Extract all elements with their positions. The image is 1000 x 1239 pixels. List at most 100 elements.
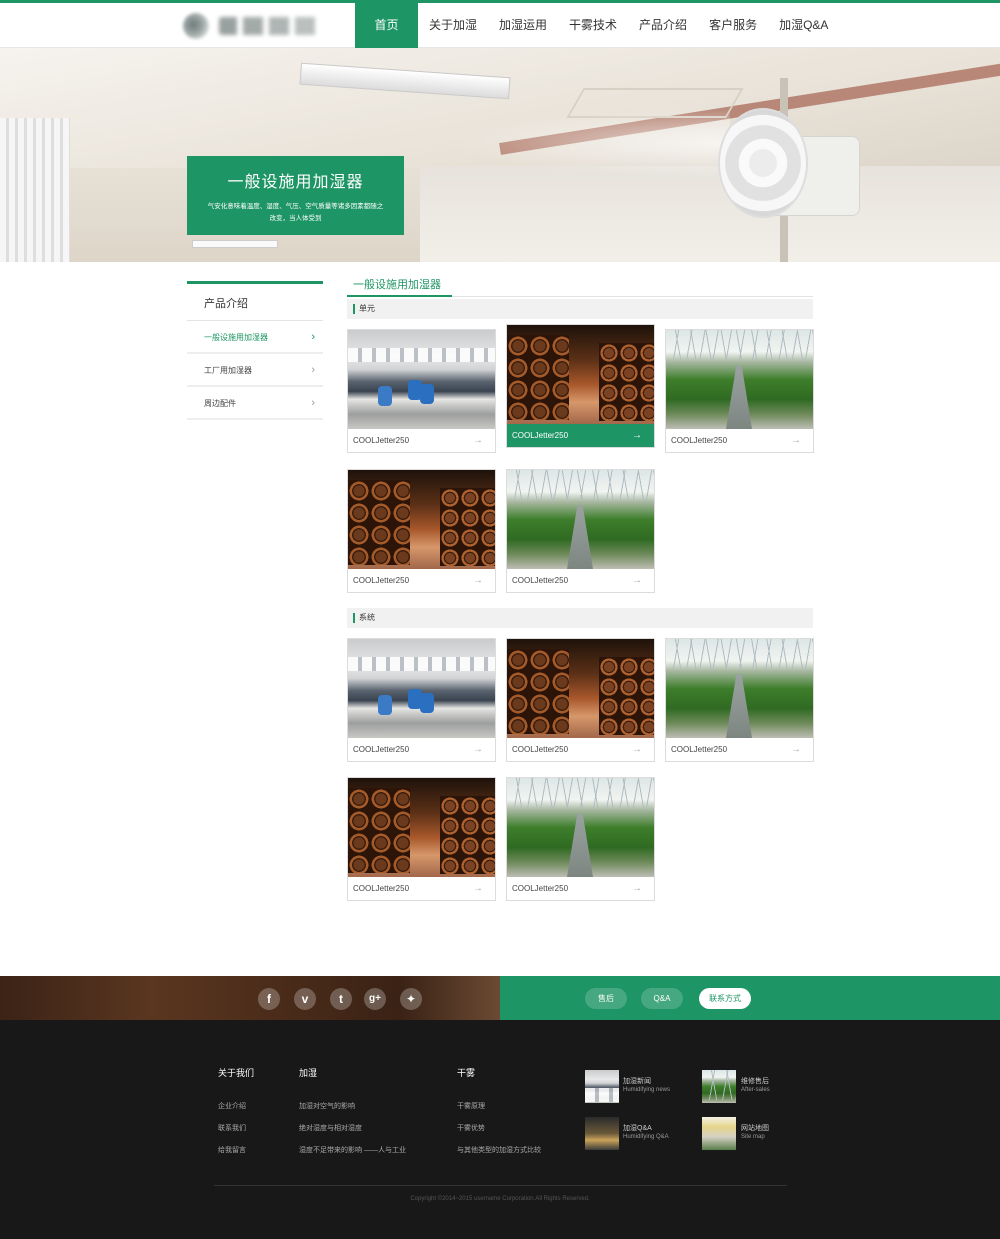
footer-link[interactable]: 干雾优势 [457, 1123, 541, 1133]
quick-link-label: 网站地图 [741, 1125, 769, 1132]
facebook-icon[interactable]: f [258, 988, 280, 1010]
section-header-system: 系统 [347, 608, 813, 628]
product-card[interactable]: COOLJetter250 → [506, 638, 655, 762]
logo[interactable] [183, 11, 333, 41]
product-card-highlighted[interactable]: COOLJetter250 → [506, 324, 655, 448]
copyright: Copyright ©2014~2015 username Corporatio… [410, 1196, 590, 1202]
greenhouse-photo [666, 639, 813, 738]
quick-link-label-en: Site map [741, 1134, 765, 1140]
arrow-right-icon: → [632, 430, 642, 441]
factory-photo [348, 330, 495, 429]
product-caption: COOLJetter250 [512, 576, 569, 585]
product-card[interactable]: COOLJetter250 → [347, 777, 496, 901]
sidebar-item-factory-humidifier[interactable]: 工厂用加湿器 › [187, 354, 323, 387]
footer-heading: 干雾 [457, 1068, 476, 1078]
arrow-right-icon: → [473, 575, 483, 586]
arrow-right-icon: → [791, 744, 801, 755]
contact-button[interactable]: 联系方式 [699, 988, 751, 1009]
nav-item-home[interactable]: 首页 [355, 3, 418, 48]
logo-text-blurred [219, 17, 319, 35]
quick-link-after-sales[interactable]: 维修售后 After-sales [741, 1077, 770, 1095]
site-map-thumbnail[interactable] [702, 1117, 736, 1150]
hero-banner: 一般设施用加湿器 气安化意味着温度、湿度、气压、空气质量等诸多因素都随之改变，当… [0, 48, 1000, 262]
tumblr-icon[interactable]: t [330, 988, 352, 1010]
arrow-right-icon: → [791, 435, 801, 446]
product-caption: COOLJetter250 [353, 884, 410, 893]
banner-caption-box: 一般设施用加湿器 气安化意味着温度、湿度、气压、空气质量等诸多因素都随之改变，当… [187, 156, 404, 235]
sidebar-item-label: 周边配件 [204, 399, 236, 408]
chevron-right-icon: › [311, 331, 315, 343]
footer-strip: f v t g+ ✦ 售后 Q&A 联系方式 [0, 976, 1000, 1020]
product-card[interactable]: COOLJetter250 → [347, 329, 496, 453]
wine-cellar-photo [507, 639, 654, 738]
footer-link[interactable]: 联系我们 [218, 1123, 254, 1133]
quick-link-news[interactable]: 加湿新闻 Humidifying news [623, 1077, 670, 1095]
arrow-right-icon: → [473, 883, 483, 894]
twitter-icon[interactable]: ✦ [400, 988, 422, 1010]
nav-item-products[interactable]: 产品介绍 [628, 3, 698, 48]
after-sales-thumbnail[interactable] [702, 1070, 736, 1103]
news-thumbnail[interactable] [585, 1070, 619, 1103]
sidebar-item-general-humidifier[interactable]: 一般设施用加湿器 › [187, 321, 323, 354]
footer-column-dry-fog: 干雾 干雾原理 干雾优势 与其他类型的加湿方式比较 [457, 1066, 541, 1167]
quick-link-site-map[interactable]: 网站地图 Site map [741, 1124, 769, 1142]
greenhouse-photo [507, 470, 654, 569]
product-card[interactable]: COOLJetter250 → [506, 469, 655, 593]
greenhouse-photo [507, 778, 654, 877]
product-caption: COOLJetter250 [353, 436, 410, 445]
nav-item-about-humidify[interactable]: 关于加湿 [418, 3, 488, 48]
footer-divider [214, 1185, 787, 1186]
product-card[interactable]: COOLJetter250 → [665, 329, 814, 453]
product-caption: COOLJetter250 [671, 436, 728, 445]
quick-link-label-en: Humidifying news [623, 1087, 671, 1093]
product-card[interactable]: COOLJetter250 → [347, 638, 496, 762]
google-plus-icon[interactable]: g+ [364, 988, 386, 1010]
sidebar-item-label: 一般设施用加湿器 [204, 333, 268, 342]
sidebar-item-label: 工厂用加湿器 [204, 366, 252, 375]
product-caption: COOLJetter250 [353, 576, 410, 585]
nav-item-humidify-application[interactable]: 加湿运用 [488, 3, 558, 48]
banner-title: 一般设施用加湿器 [227, 174, 364, 191]
quick-link-label-en: Humidifying Q&A [623, 1134, 669, 1140]
title-underline [347, 295, 813, 297]
nav-item-qa[interactable]: 加湿Q&A [768, 3, 839, 48]
wine-cellar-photo [507, 325, 654, 424]
footer-link[interactable]: 与其他类型的加湿方式比较 [457, 1145, 541, 1155]
wine-cellar-photo [348, 470, 495, 569]
quick-link-label: 加湿新闻 [623, 1078, 651, 1085]
footer-heading: 加湿 [299, 1068, 318, 1078]
product-card[interactable]: COOLJetter250 → [506, 777, 655, 901]
footer-link[interactable]: 干雾原理 [457, 1101, 541, 1111]
footer-link[interactable]: 湿度不足带来的影响 ——人与工业 [299, 1145, 406, 1155]
qa-thumbnail[interactable] [585, 1117, 619, 1150]
nav-item-dry-fog[interactable]: 干雾技术 [558, 3, 628, 48]
arrow-right-icon: → [473, 744, 483, 755]
product-caption: COOLJetter250 [512, 431, 569, 440]
quick-link-label: 维修售后 [741, 1078, 769, 1085]
after-sales-button[interactable]: 售后 [585, 988, 627, 1009]
quick-link-label-en: After-sales [741, 1087, 770, 1093]
product-caption: COOLJetter250 [512, 745, 569, 754]
arrow-right-icon: → [632, 744, 642, 755]
page-title: 一般设施用加湿器 [353, 279, 441, 291]
footer-link[interactable]: 企业介绍 [218, 1101, 254, 1111]
logo-mark [183, 13, 209, 39]
sidebar: 产品介绍 一般设施用加湿器 › 工厂用加湿器 › 周边配件 › [187, 281, 323, 420]
nav-item-service[interactable]: 客户服务 [698, 3, 768, 48]
product-card[interactable]: COOLJetter250 → [347, 469, 496, 593]
product-caption: COOLJetter250 [353, 745, 410, 754]
sidebar-heading: 产品介绍 [187, 284, 323, 321]
product-card[interactable]: COOLJetter250 → [665, 638, 814, 762]
footer-link[interactable]: 加湿对空气的影响 [299, 1101, 406, 1111]
product-caption: COOLJetter250 [671, 745, 728, 754]
sidebar-item-accessories[interactable]: 周边配件 › [187, 387, 323, 420]
footer: 关于我们 企业介绍 联系我们 给我留言 加湿 加湿对空气的影响 绝对湿度与相对湿… [0, 1020, 1000, 1239]
vimeo-icon[interactable]: v [294, 988, 316, 1010]
banner-curtain [0, 118, 70, 262]
footer-link[interactable]: 绝对湿度与相对湿度 [299, 1123, 406, 1133]
footer-link[interactable]: 给我留言 [218, 1145, 254, 1155]
footer-column-about: 关于我们 企业介绍 联系我们 给我留言 [218, 1066, 254, 1167]
main-nav: 首页 关于加湿 加湿运用 干雾技术 产品介绍 客户服务 加湿Q&A [355, 3, 839, 48]
qa-button[interactable]: Q&A [641, 988, 683, 1009]
quick-link-qa[interactable]: 加湿Q&A Humidifying Q&A [623, 1124, 669, 1142]
